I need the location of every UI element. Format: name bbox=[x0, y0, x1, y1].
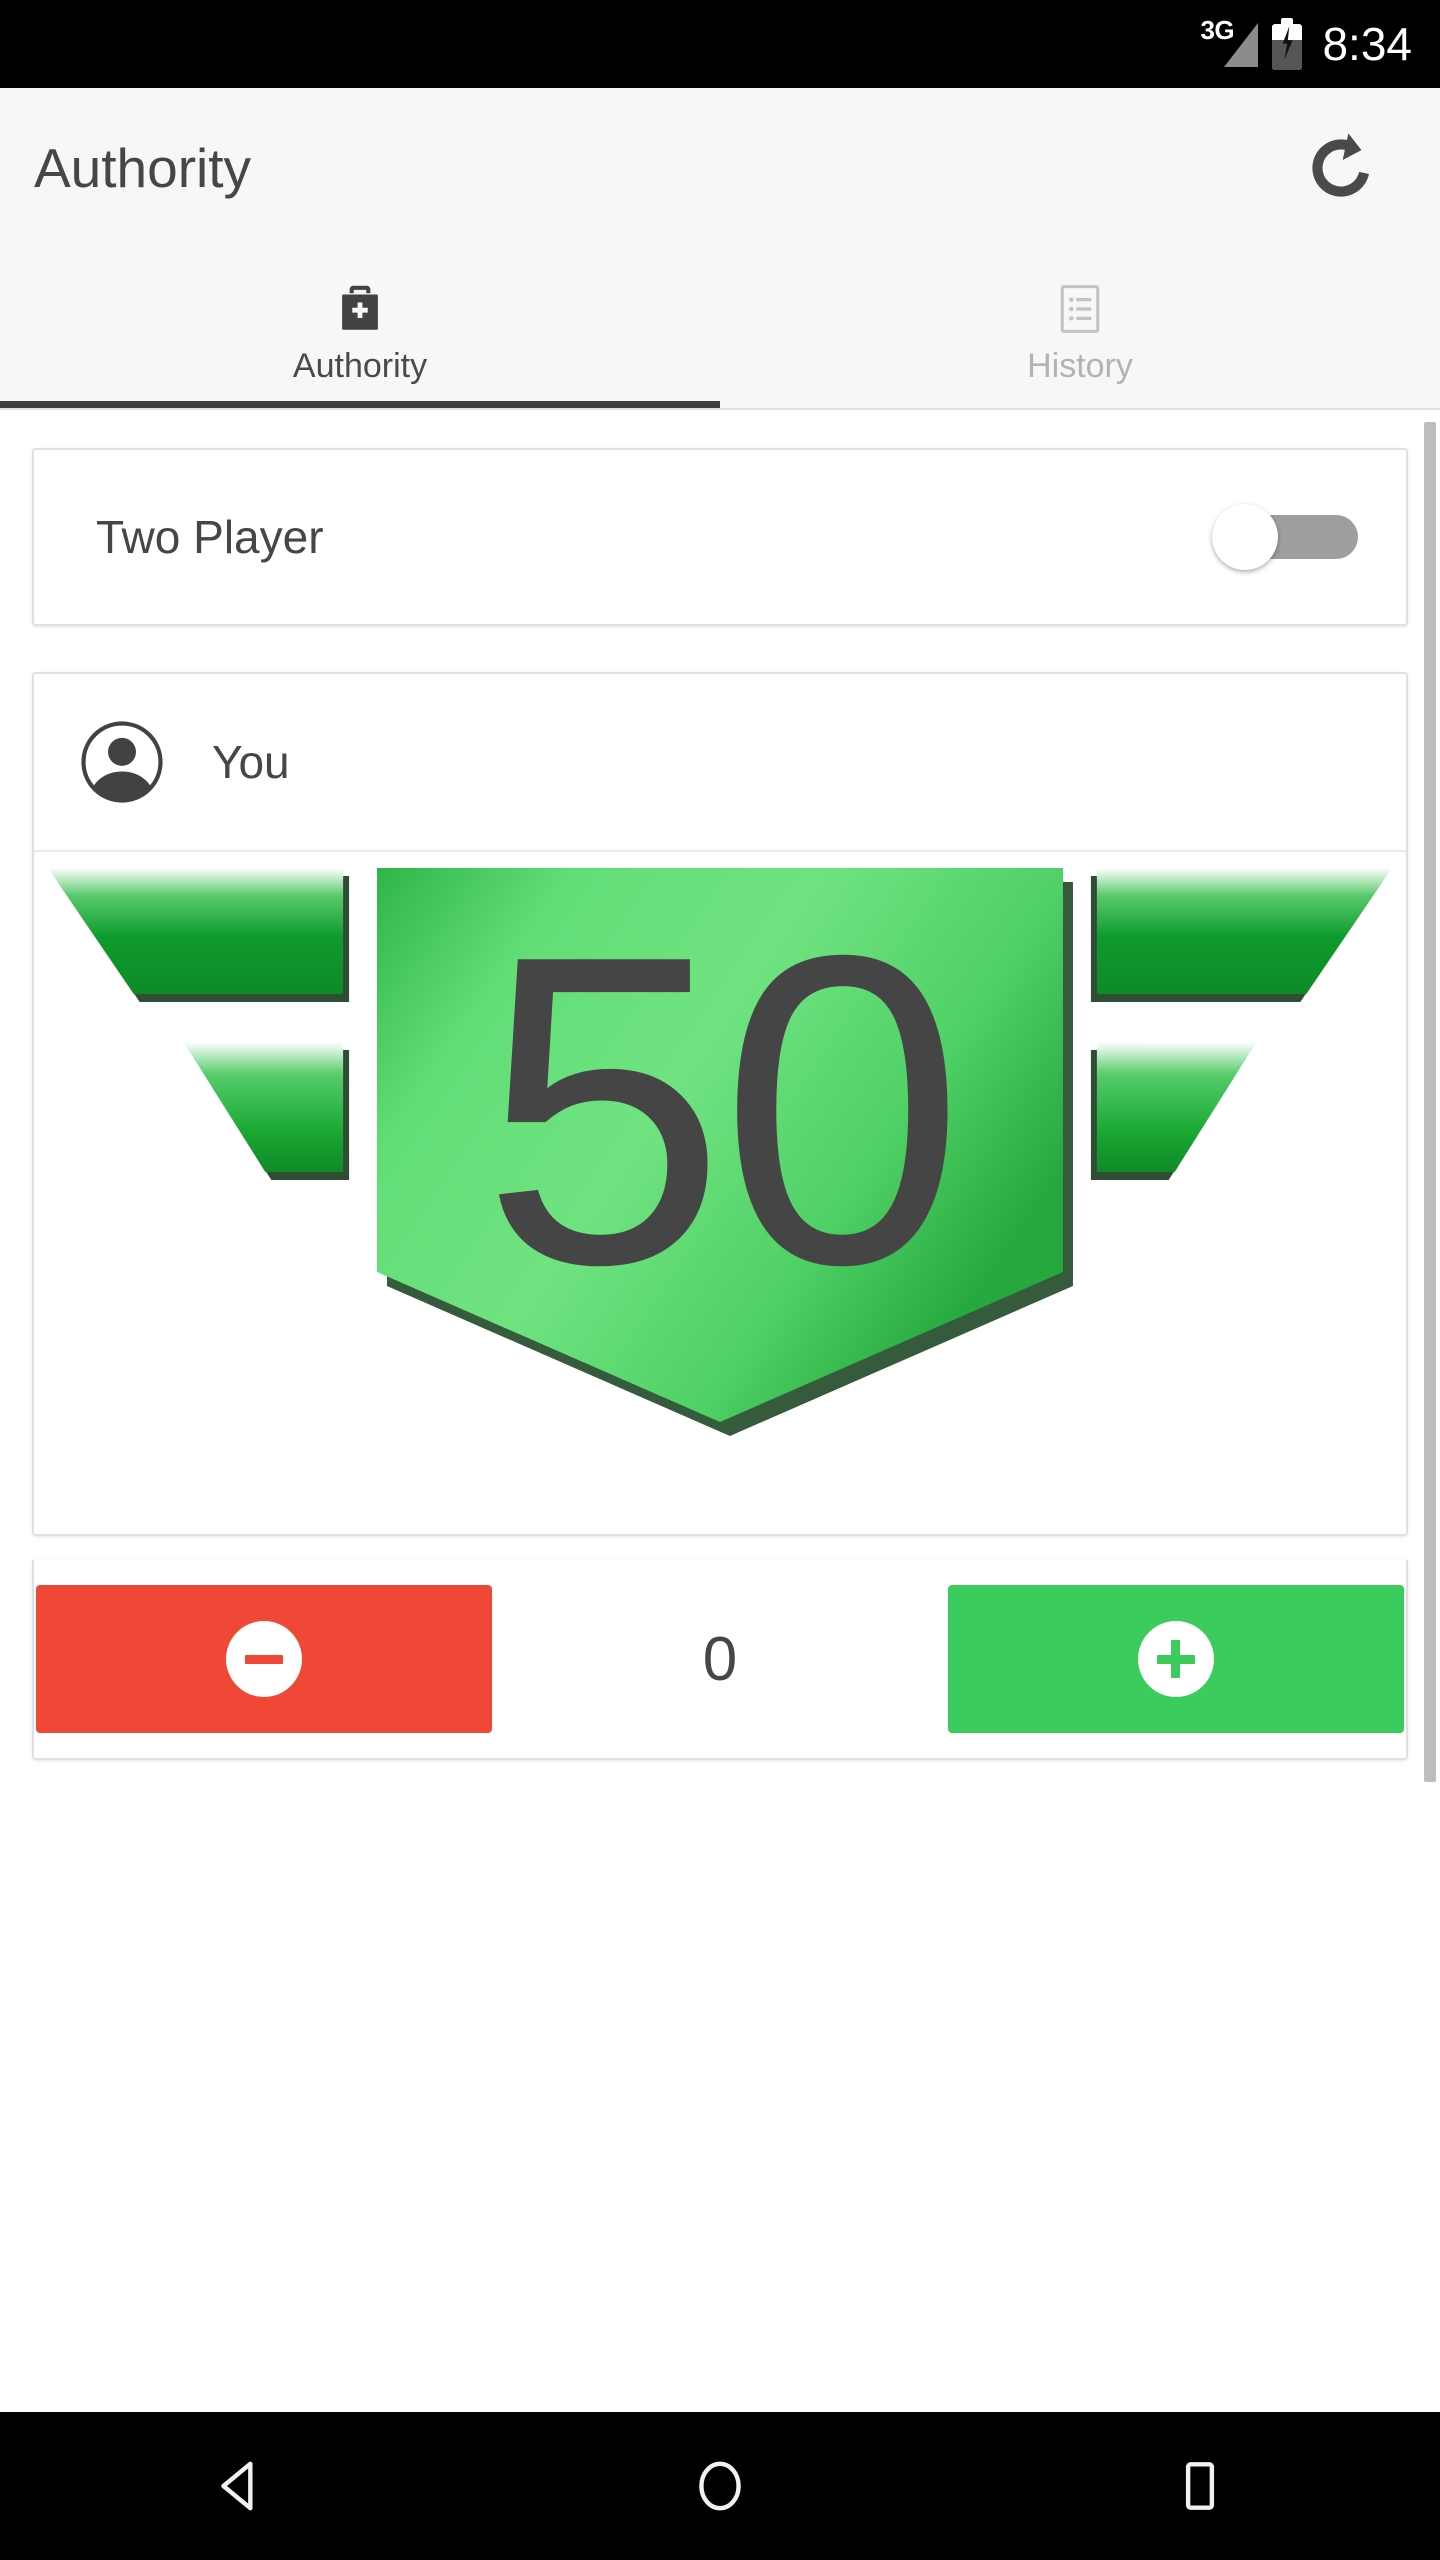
app-bar: Authority bbox=[0, 88, 1440, 248]
plus-bar-vertical bbox=[1171, 1640, 1181, 1678]
two-player-label: Two Player bbox=[96, 511, 324, 563]
player-name: You bbox=[212, 736, 290, 788]
tab-history-label: History bbox=[1027, 346, 1133, 385]
plus-icon bbox=[1137, 1621, 1214, 1697]
person-avatar-icon[interactable] bbox=[80, 720, 164, 804]
player-header[interactable]: You bbox=[34, 674, 1406, 852]
toggle-thumb bbox=[1212, 504, 1278, 570]
status-bar-clock: 8:34 bbox=[1322, 18, 1412, 70]
page-title: Authority bbox=[34, 137, 252, 199]
list-icon bbox=[1052, 277, 1108, 341]
player-card: You 50 bbox=[32, 672, 1408, 1536]
status-bar: 3G 8:34 bbox=[0, 0, 1440, 88]
authority-shield-area[interactable]: 50 bbox=[34, 852, 1406, 1470]
home-circle-icon[interactable] bbox=[640, 2412, 800, 2560]
medical-kit-icon bbox=[331, 277, 389, 341]
increment-button[interactable] bbox=[947, 1585, 1404, 1733]
recents-square-icon[interactable] bbox=[1120, 2412, 1280, 2560]
tab-active-indicator bbox=[0, 401, 720, 408]
tab-authority[interactable]: Authority bbox=[0, 248, 720, 408]
back-triangle-icon[interactable] bbox=[160, 2412, 320, 2560]
counter-row: 0 bbox=[32, 1560, 1408, 1760]
refresh-icon[interactable] bbox=[1296, 123, 1386, 213]
tab-history[interactable]: History bbox=[720, 248, 1440, 408]
tab-authority-label: Authority bbox=[292, 346, 428, 385]
content-scroll-area[interactable]: Two Player You 50 0 bbox=[0, 410, 1440, 2412]
tab-bar: Authority History bbox=[0, 248, 1440, 410]
authority-value: 50 bbox=[481, 865, 964, 1356]
delta-value: 0 bbox=[702, 1624, 738, 1694]
vertical-scrollbar[interactable] bbox=[1424, 410, 1440, 2412]
two-player-setting-row[interactable]: Two Player bbox=[32, 448, 1408, 626]
minus-bar bbox=[245, 1654, 283, 1664]
scrollbar-thumb[interactable] bbox=[1424, 422, 1436, 1782]
two-player-toggle[interactable] bbox=[1212, 504, 1358, 570]
signal-bars-shape bbox=[1224, 23, 1259, 67]
decrement-button[interactable] bbox=[36, 1585, 492, 1733]
battery-charging-icon bbox=[1272, 18, 1303, 70]
android-navigation-bar bbox=[0, 2412, 1440, 2560]
minus-icon bbox=[226, 1621, 302, 1697]
signal-triangle-icon: 3G bbox=[1200, 15, 1259, 69]
